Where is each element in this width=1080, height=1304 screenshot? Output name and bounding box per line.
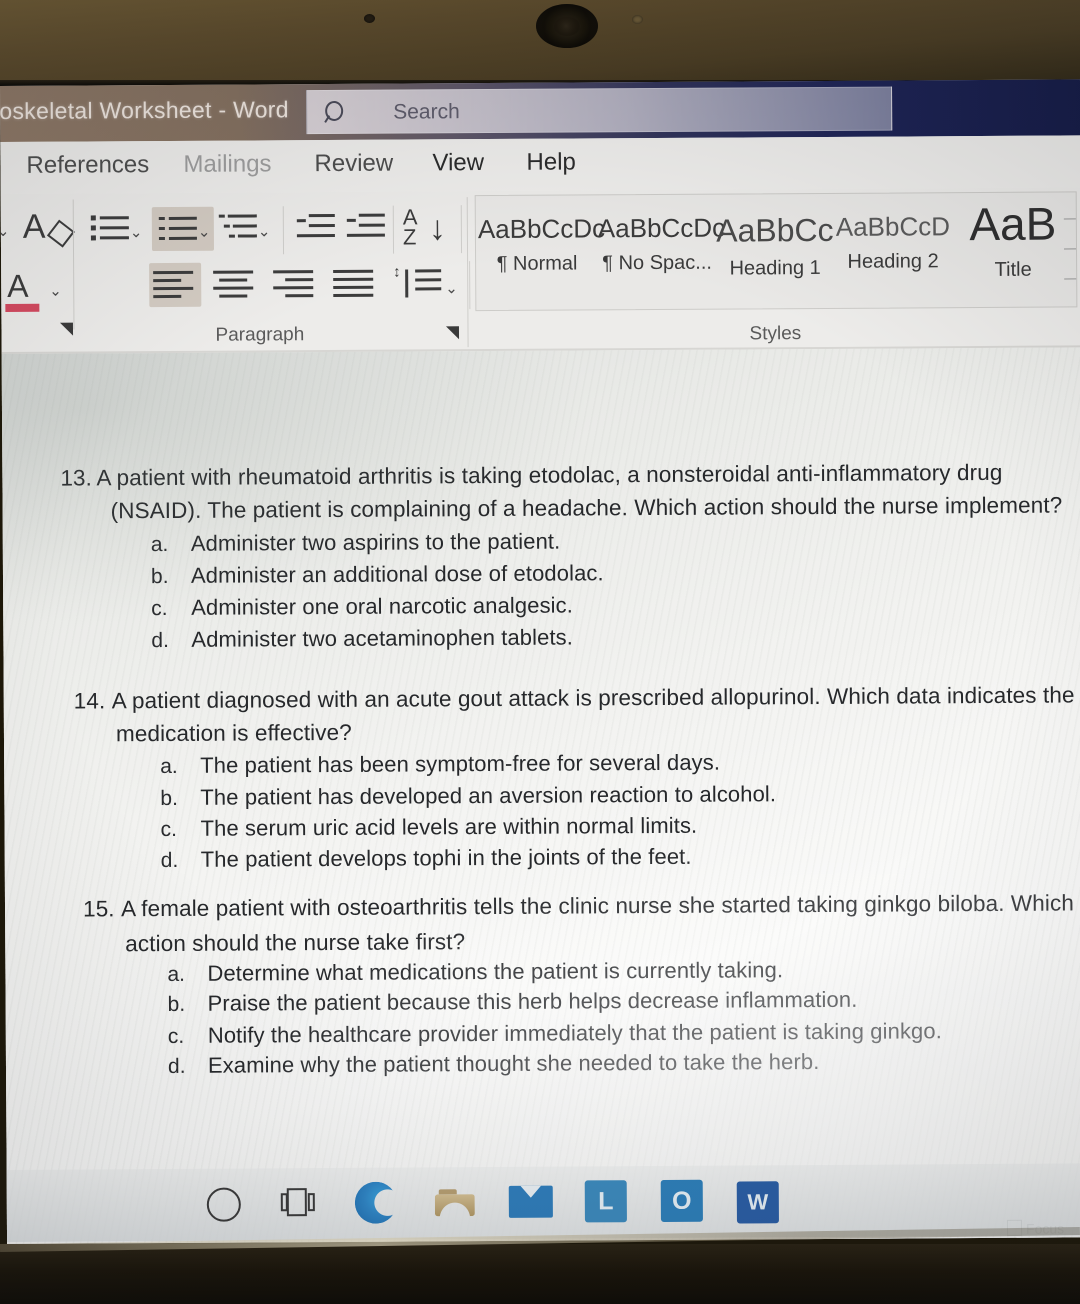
style-preview: AaBbCcD bbox=[835, 211, 951, 242]
style-preview: AaBbCc bbox=[716, 211, 834, 249]
center-icon[interactable] bbox=[213, 270, 254, 298]
line-spacing-icon[interactable] bbox=[401, 269, 442, 298]
style-preview: AaB bbox=[969, 197, 1057, 251]
microphone-hole-left bbox=[364, 14, 375, 23]
task-view-icon[interactable] bbox=[280, 1188, 315, 1217]
align-right-icon[interactable] bbox=[273, 270, 314, 298]
styles-group-label: Styles bbox=[749, 323, 802, 345]
font-color-icon[interactable]: A bbox=[7, 268, 29, 305]
laptop-top-bezel bbox=[0, 0, 1080, 86]
line-spacing-chevron-icon[interactable]: ⌄ bbox=[445, 279, 458, 297]
justify-icon[interactable] bbox=[333, 269, 374, 298]
clear-formatting-eraser-icon bbox=[46, 219, 75, 248]
tab-references[interactable]: References bbox=[26, 151, 149, 180]
webcam-icon bbox=[536, 4, 598, 48]
font-size-chevron-icon[interactable]: ⌄ bbox=[0, 222, 10, 240]
window-title: closkeletal Worksheet - Word bbox=[0, 96, 289, 125]
paragraph-dialog-launcher[interactable]: ◥ bbox=[441, 321, 463, 343]
font-color-swatch[interactable] bbox=[5, 303, 40, 312]
laptop-screen: closkeletal Worksheet - Word Search Refe… bbox=[0, 79, 1080, 1244]
style-title[interactable]: AaB Title bbox=[954, 192, 1073, 303]
style-name: Heading 2 bbox=[847, 250, 939, 273]
style-preview: AaBbCcDc bbox=[477, 213, 606, 245]
cortana-icon[interactable] bbox=[206, 1187, 241, 1222]
word-title-bar: closkeletal Worksheet - Word Search bbox=[0, 79, 1080, 143]
style-heading-1[interactable]: AaBbCc Heading 1 bbox=[716, 194, 835, 305]
search-icon bbox=[323, 100, 347, 124]
tab-review[interactable]: Review bbox=[314, 150, 393, 178]
search-input[interactable]: Search bbox=[306, 86, 893, 135]
bullets-icon[interactable] bbox=[90, 213, 131, 243]
style-name: Heading 1 bbox=[729, 256, 821, 280]
word-app-icon[interactable]: W bbox=[736, 1181, 779, 1224]
style-name: ¶ No Spac... bbox=[602, 251, 713, 275]
bullets-chevron-icon[interactable]: ⌄ bbox=[130, 223, 143, 241]
mail-icon[interactable] bbox=[508, 1185, 553, 1218]
increase-indent-icon[interactable] bbox=[346, 212, 387, 242]
clear-formatting-icon[interactable]: A bbox=[23, 208, 46, 247]
office-app-icon[interactable]: O bbox=[660, 1179, 703, 1222]
tab-mailings[interactable]: Mailings bbox=[183, 150, 271, 179]
ribbon-body: ⌄ A A ⌄ ◥ ⌄ ⌄ ⌄ A Z ↓ ↕ ⌄ Paragraph ◥ Aa… bbox=[0, 187, 1080, 355]
style-no-spacing[interactable]: AaBbCcDc ¶ No Spac... bbox=[597, 195, 726, 306]
file-explorer-icon[interactable] bbox=[434, 1187, 475, 1217]
sort-icon[interactable]: AZ bbox=[403, 204, 418, 249]
ribbon-tab-bar: References Mailings Review View Help bbox=[0, 135, 1080, 195]
decrease-indent-icon[interactable] bbox=[296, 212, 337, 242]
numbering-chevron-icon[interactable]: ⌄ bbox=[198, 223, 211, 241]
search-placeholder: Search bbox=[393, 100, 460, 124]
paragraph-group-label: Paragraph bbox=[215, 324, 305, 346]
tab-view[interactable]: View bbox=[432, 149, 484, 177]
multilevel-list-icon[interactable] bbox=[218, 212, 259, 242]
laptop-bottom-bezel bbox=[0, 1227, 1080, 1304]
numbering-icon[interactable] bbox=[158, 215, 199, 245]
linkedin-app-icon[interactable]: L bbox=[584, 1180, 627, 1223]
align-left-icon[interactable] bbox=[153, 270, 194, 299]
laptop-photo: closkeletal Worksheet - Word Search Refe… bbox=[0, 0, 1080, 1304]
tab-help[interactable]: Help bbox=[526, 148, 576, 176]
style-preview: AaBbCcDc bbox=[597, 212, 726, 244]
microphone-hole-right bbox=[632, 15, 643, 24]
style-name: Title bbox=[994, 258, 1032, 281]
sort-arrow-icon: ↓ bbox=[428, 209, 446, 248]
edge-icon[interactable] bbox=[354, 1181, 397, 1224]
styles-gallery: AaBbCcDc ¶ Normal AaBbCcDc ¶ No Spac... … bbox=[474, 191, 1079, 312]
style-name: ¶ Normal bbox=[496, 252, 578, 275]
styles-gallery-scroll[interactable] bbox=[1062, 196, 1079, 300]
style-heading-2[interactable]: AaBbCcD Heading 2 bbox=[834, 193, 953, 304]
multilevel-list-chevron-icon[interactable]: ⌄ bbox=[258, 222, 271, 240]
line-spacing-up-arrow: ↕ bbox=[393, 263, 401, 281]
style-normal[interactable]: AaBbCcDc ¶ Normal bbox=[477, 195, 606, 306]
font-color-chevron-icon[interactable]: ⌄ bbox=[49, 282, 62, 300]
document-page[interactable]: 13. A patient with rheumatoid arthritis … bbox=[0, 347, 1080, 1244]
